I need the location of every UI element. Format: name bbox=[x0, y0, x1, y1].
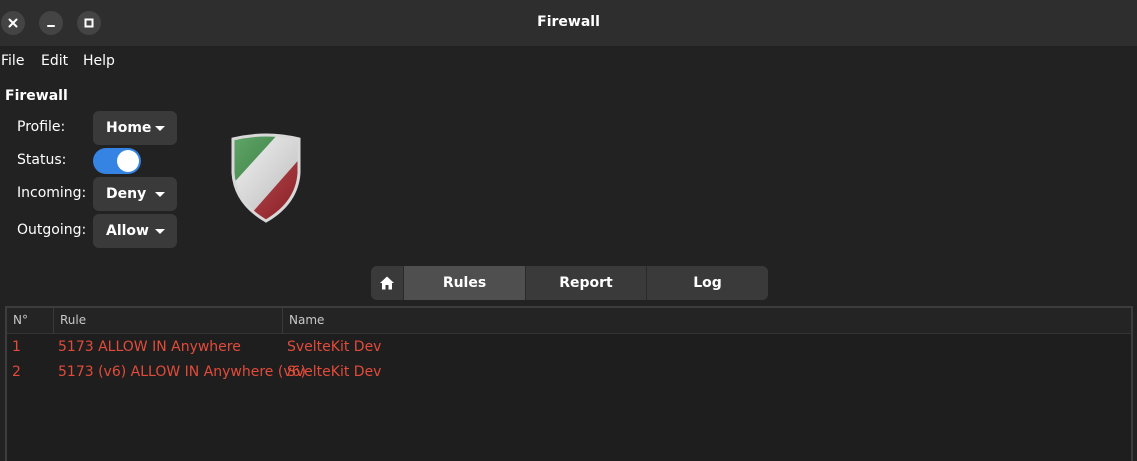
tab-rules-label: Rules bbox=[442, 275, 487, 291]
chevron-down-icon bbox=[155, 229, 165, 234]
rules-table[interactable]: N° Rule Name 1 5173 ALLOW IN Anywhere Sv… bbox=[5, 306, 1133, 461]
column-separator bbox=[282, 308, 283, 334]
incoming-combo[interactable]: Deny bbox=[93, 177, 177, 211]
outgoing-label: Outgoing: bbox=[17, 222, 87, 238]
tab-log[interactable]: Log bbox=[646, 266, 768, 300]
column-header-rule[interactable]: Rule bbox=[60, 313, 86, 327]
table-row[interactable]: 1 5173 ALLOW IN Anywhere SvelteKit Dev bbox=[7, 336, 1131, 360]
profile-combo[interactable]: Home bbox=[93, 111, 177, 145]
shield-logo bbox=[231, 133, 301, 223]
window-title: Firewall bbox=[537, 14, 600, 30]
row-number: 1 bbox=[12, 339, 21, 355]
status-toggle[interactable] bbox=[93, 148, 141, 174]
row-rule: 5173 (v6) ALLOW IN Anywhere (v6) bbox=[58, 364, 306, 380]
toggle-knob bbox=[117, 150, 139, 172]
header-bar: Firewall bbox=[0, 0, 1137, 46]
profile-value: Home bbox=[106, 120, 152, 136]
column-separator bbox=[53, 308, 54, 334]
outgoing-combo[interactable]: Allow bbox=[93, 214, 177, 248]
incoming-value: Deny bbox=[106, 186, 147, 202]
column-header-number[interactable]: N° bbox=[13, 313, 28, 327]
home-icon bbox=[380, 276, 394, 290]
status-label: Status: bbox=[17, 152, 67, 168]
table-row[interactable]: 2 5173 (v6) ALLOW IN Anywhere (v6) Svelt… bbox=[7, 361, 1131, 385]
menu-help[interactable]: Help bbox=[83, 53, 121, 69]
outgoing-value: Allow bbox=[106, 223, 149, 239]
row-name: SvelteKit Dev bbox=[287, 339, 382, 355]
profile-label: Profile: bbox=[17, 119, 66, 135]
chevron-down-icon bbox=[155, 192, 165, 197]
section-title: Firewall bbox=[5, 88, 68, 104]
tab-rules[interactable]: Rules bbox=[404, 266, 525, 300]
menu-file[interactable]: File bbox=[1, 53, 30, 69]
incoming-label: Incoming: bbox=[17, 185, 87, 201]
menu-bar: File Edit Help bbox=[0, 46, 1137, 76]
tab-report[interactable]: Report bbox=[525, 266, 646, 300]
row-number: 2 bbox=[12, 364, 21, 380]
table-header: N° Rule Name bbox=[7, 308, 1131, 334]
tab-report-label: Report bbox=[559, 275, 613, 291]
chevron-down-icon bbox=[155, 126, 165, 131]
tab-log-label: Log bbox=[693, 275, 722, 291]
menu-edit[interactable]: Edit bbox=[41, 53, 74, 69]
view-switcher: Rules Report Log bbox=[371, 266, 768, 300]
column-header-name[interactable]: Name bbox=[289, 313, 324, 327]
row-rule: 5173 ALLOW IN Anywhere bbox=[58, 339, 241, 355]
home-tab[interactable] bbox=[371, 266, 404, 300]
row-name: SvelteKit Dev bbox=[287, 364, 382, 380]
